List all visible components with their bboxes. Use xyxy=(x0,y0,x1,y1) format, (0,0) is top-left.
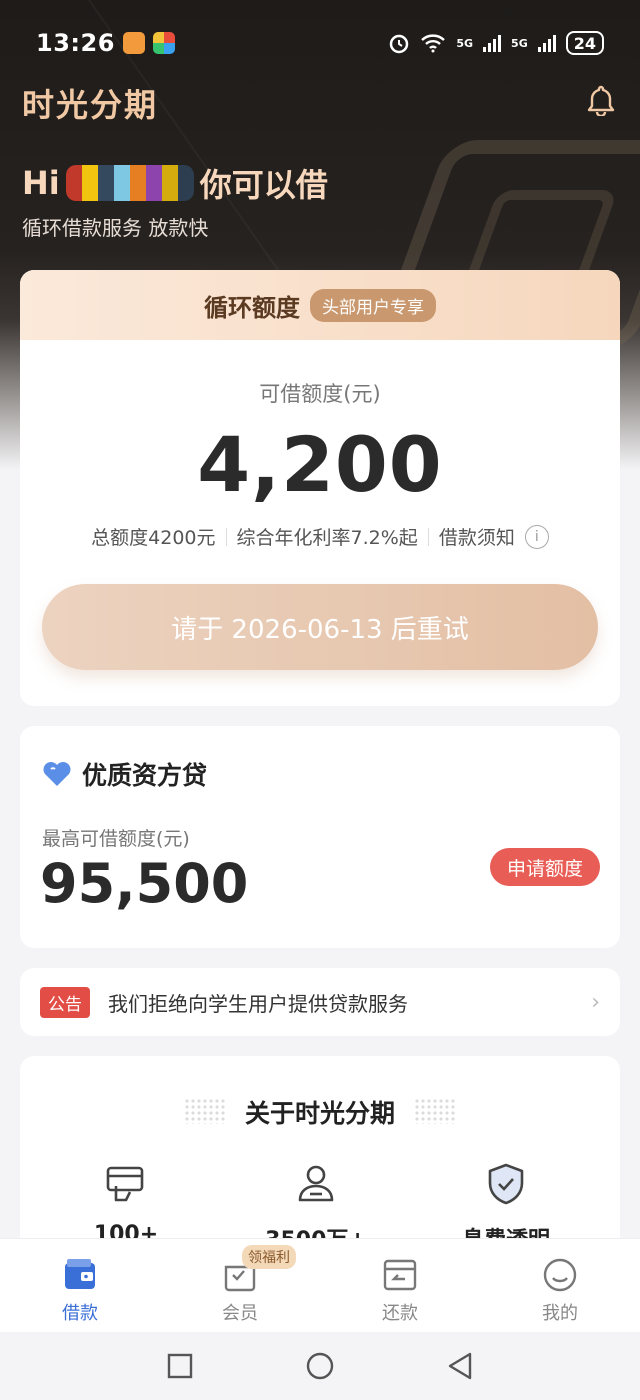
signal-icon xyxy=(483,34,502,52)
welfare-badge: 领福利 xyxy=(242,1245,296,1269)
tab-repay[interactable]: 还款 xyxy=(320,1239,480,1332)
wallet-icon xyxy=(65,1259,95,1289)
tab-label: 借款 xyxy=(62,1303,98,1324)
bottom-tab-bar: 借款 领福利 会员 还款 我的 xyxy=(0,1238,640,1332)
about-title: 关于时光分期 xyxy=(244,1099,395,1128)
credit-card-title: 循环额度 xyxy=(204,293,300,322)
announcement-tag: 公告 xyxy=(40,986,90,1018)
notification-app-icon xyxy=(122,32,145,54)
divider xyxy=(225,527,227,546)
available-amount: 4,200 xyxy=(197,420,443,509)
home-icon[interactable] xyxy=(305,1351,335,1381)
status-bar: 13:26 5G 5G 24 xyxy=(0,0,640,86)
annual-rate: 综合年化利率7.2%起 xyxy=(236,527,418,549)
premium-loan-card[interactable]: 优质资方贷 最高可借额度(元) 95,500 申请额度 xyxy=(20,726,620,948)
network-5g-label-2: 5G xyxy=(511,36,528,50)
credit-card: 循环额度 头部用户专享 可借额度(元) 4,200 总额度4200元 综合年化利… xyxy=(20,270,620,706)
tab-loan[interactable]: 借款 xyxy=(0,1239,160,1332)
credit-card-header: 循环额度 头部用户专享 xyxy=(20,270,620,340)
system-nav-bar xyxy=(0,1332,640,1400)
battery-icon: 24 xyxy=(565,31,604,55)
bell-icon[interactable] xyxy=(586,84,616,116)
greeting-suffix: 你可以借 xyxy=(199,166,328,204)
status-time: 13:26 xyxy=(36,29,115,57)
chevron-right-icon: › xyxy=(591,989,600,1015)
signal2-icon xyxy=(537,34,556,52)
credit-info-line: 总额度4200元 综合年化利率7.2%起 借款须知 i xyxy=(20,523,620,550)
battery-level: 24 xyxy=(573,33,596,53)
loan-notice-link[interactable]: 借款须知 xyxy=(439,523,515,550)
retry-date-button[interactable]: 请于 2026-06-13 后重试 xyxy=(42,584,598,670)
total-quota: 总额度4200元 xyxy=(91,527,216,549)
announcement-bar[interactable]: 公告 我们拒绝向学生用户提供贷款服务 › xyxy=(20,968,620,1036)
announcement-text: 我们拒绝向学生用户提供贷款服务 xyxy=(108,991,408,1016)
premium-loan-title: 优质资方贷 xyxy=(82,761,208,790)
divider xyxy=(427,527,429,546)
back-icon[interactable] xyxy=(446,1351,474,1381)
apply-quota-button[interactable]: 申请额度 xyxy=(490,848,600,886)
smile-icon xyxy=(543,1258,577,1292)
tab-member[interactable]: 领福利 会员 xyxy=(160,1239,320,1332)
recent-apps-icon[interactable] xyxy=(166,1352,194,1380)
card-hand-icon xyxy=(106,1166,144,1202)
greeting: Hi 你可以借 xyxy=(22,160,328,206)
vip-badge: 头部用户专享 xyxy=(310,288,436,322)
app-brand-title: 时光分期 xyxy=(22,86,159,124)
alarm-icon xyxy=(390,34,409,54)
user-icon xyxy=(298,1165,334,1202)
premium-loan-header: 优质资方贷 xyxy=(42,756,207,792)
shield-check-icon xyxy=(488,1163,524,1205)
notification-app2-icon xyxy=(152,32,175,54)
max-amount-label: 最高可借额度(元) xyxy=(42,828,190,850)
greeting-prefix: Hi xyxy=(22,164,60,202)
greeting-subtitle: 循环借款服务 放款快 xyxy=(22,216,209,240)
wifi-icon xyxy=(421,34,446,53)
repay-card-icon xyxy=(383,1259,417,1291)
tab-mine[interactable]: 我的 xyxy=(480,1239,640,1332)
tab-label: 我的 xyxy=(542,1303,578,1324)
tab-label: 还款 xyxy=(382,1303,418,1324)
about-section: 关于时光分期 100+ 3500万+ 息费透明 xyxy=(20,1056,620,1256)
network-5g-label: 5G xyxy=(456,36,474,50)
dots-decoration xyxy=(414,1098,456,1124)
available-amount-label: 可借额度(元) xyxy=(259,382,381,406)
max-amount: 95,500 xyxy=(40,852,249,915)
info-icon[interactable]: i xyxy=(524,524,549,549)
tab-label: 会员 xyxy=(222,1303,258,1324)
censored-username xyxy=(65,165,194,201)
heart-icon xyxy=(43,762,71,786)
